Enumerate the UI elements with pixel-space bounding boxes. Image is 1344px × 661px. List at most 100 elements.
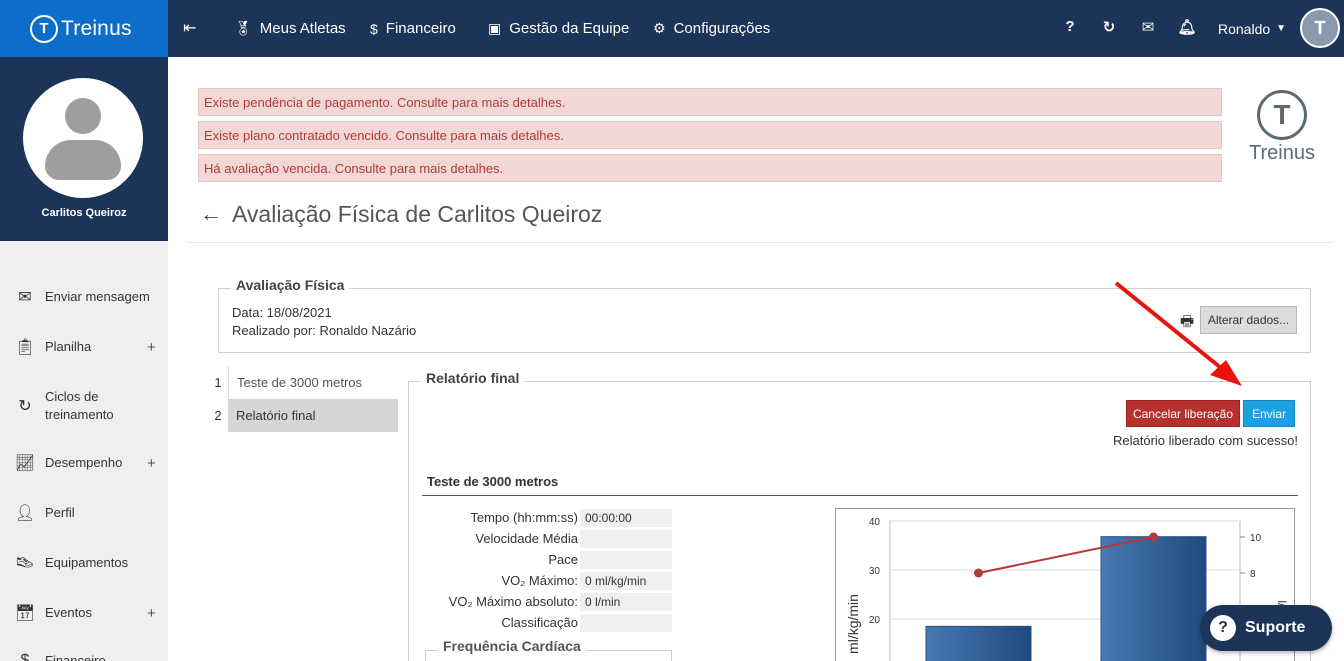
sidebar-item-planilha[interactable]: 📋︎ Planilha + <box>0 337 168 357</box>
series-point <box>1149 532 1158 542</box>
treinus-logo: T Treinus <box>1240 90 1324 170</box>
bar <box>1100 536 1207 661</box>
field-label: VO₂ Máximo absoluto: <box>448 594 578 609</box>
brand-name: Treinus <box>61 16 132 40</box>
alert-plano-vencido[interactable]: Existe plano contratado vencido. Consult… <box>198 121 1222 149</box>
field-label: Velocidade Média <box>475 531 578 546</box>
cancel-release-button[interactable]: Cancelar liberação <box>1126 400 1240 427</box>
step-teste-3000[interactable]: 1 Teste de 3000 metros <box>208 366 398 399</box>
gears-icon: ⚙ <box>653 20 666 36</box>
athlete-avatar <box>23 78 143 198</box>
alter-data-button[interactable]: Alterar dados... <box>1200 306 1297 334</box>
clipboard-icon: 📋︎ <box>14 339 36 356</box>
y-tick-label: 20 <box>869 615 881 626</box>
sidebar-item-eventos[interactable]: 📅︎ Eventos + <box>0 603 168 623</box>
plus-icon[interactable]: + <box>147 339 156 356</box>
field-label: VO₂ Máximo: <box>501 573 578 588</box>
page-header: ← Avaliação Física de Carlitos Queiroz <box>200 196 602 232</box>
avatar-body-shape <box>45 140 121 180</box>
back-arrow-icon[interactable]: ← <box>200 201 222 227</box>
envelope-icon[interactable]: ✉ <box>1138 18 1158 36</box>
nav-configuracoes[interactable]: ⚙ Configurações <box>653 0 770 57</box>
alert-pagamento[interactable]: Existe pendência de pagamento. Consulte … <box>198 88 1222 116</box>
dollar-icon: $ <box>370 20 378 37</box>
heart-rate-legend: Frequência Cardíaca <box>438 638 586 654</box>
athlete-name: Carlitos Queiroz <box>41 207 127 219</box>
plus-icon[interactable]: + <box>147 455 156 472</box>
sidebar-item-label: Ciclos de treinamento <box>45 389 114 422</box>
user-name: Ronaldo <box>1218 20 1271 37</box>
user-menu[interactable]: Ronaldo ▼ <box>1218 0 1286 57</box>
step-label: Relatório final <box>228 399 398 432</box>
step-number: 1 <box>214 375 222 390</box>
sidebar-item-enviar-mensagem[interactable]: ✉ Enviar mensagem <box>0 287 168 307</box>
alert-text: Existe plano contratado vencido. Consult… <box>204 127 564 143</box>
evaluation-legend: Avaliação Física <box>231 277 350 293</box>
page-title: Avaliação Física de Carlitos Queiroz <box>232 200 603 227</box>
user-avatar[interactable]: T <box>1300 8 1340 48</box>
sidebar-item-ciclos[interactable]: ↻ Ciclos de treinamento <box>0 386 168 426</box>
bell-icon[interactable]: 🔔︎ <box>1177 18 1197 36</box>
y-tick-label: 30 <box>869 566 881 577</box>
sidebar-item-financeiro[interactable]: $ Financeiro <box>0 651 168 661</box>
section-title: Teste de 3000 metros <box>427 474 559 489</box>
support-label: Suporte <box>1245 619 1306 636</box>
nav-financeiro[interactable]: $ Financeiro <box>370 0 456 57</box>
sidebar-item-perfil[interactable]: 👤︎ Perfil <box>0 503 168 523</box>
series-point <box>974 568 983 578</box>
nav-label: Configurações <box>673 20 771 37</box>
chart-line-icon: 📈︎ <box>14 455 36 472</box>
user-icon: 👤︎ <box>14 505 36 522</box>
field-label: Classificação <box>501 615 578 630</box>
sidebar-item-equipamentos[interactable]: 👟︎ Equipamentos <box>0 553 168 573</box>
sidebar-item-label: Eventos <box>45 605 92 620</box>
sidebar-item-desempenho[interactable]: 📈︎ Desempenho + <box>0 453 168 473</box>
y-tick-label: 40 <box>869 517 881 528</box>
help-icon[interactable]: ? <box>1060 18 1080 35</box>
treinus-logo-icon: T <box>1257 90 1307 140</box>
envelope-icon: ✉ <box>18 289 32 306</box>
send-button[interactable]: Enviar <box>1243 400 1295 427</box>
sidebar-collapse-icon[interactable]: ⇤ <box>183 18 201 38</box>
sidebar-item-label: Perfil <box>45 505 75 520</box>
support-button[interactable]: ? Suporte <box>1200 605 1332 651</box>
bar <box>925 625 1032 661</box>
sync-icon[interactable]: ↻ <box>1099 18 1119 36</box>
divider <box>186 242 1334 243</box>
evaluation-date: Data: 18/08/2021 <box>232 305 332 320</box>
y-axis-label: ml/kg/min <box>845 594 861 654</box>
evaluation-fieldset <box>218 288 1311 353</box>
y2-tick-label: 8 <box>1250 569 1256 580</box>
alert-text: Há avaliação vencida. Consulte para mais… <box>204 160 504 176</box>
nav-meus-atletas[interactable]: 🏅︎ Meus Atletas <box>234 0 346 57</box>
success-message: Relatório liberado com sucesso! <box>1113 433 1298 448</box>
print-icon[interactable]: 🖶 <box>1180 311 1194 336</box>
sidebar-item-label: Planilha <box>45 339 92 354</box>
field-value-vo2-absoluto: 0 l/min <box>580 593 672 611</box>
sidebar-item-label: Enviar mensagem <box>45 289 150 304</box>
nav-gestao-equipe[interactable]: ▣ Gestão da Equipe <box>488 0 629 57</box>
sidebar-menu: ✉ Enviar mensagem 📋︎ Planilha + ↻ Ciclos… <box>0 241 168 661</box>
avatar-head-shape <box>65 98 101 134</box>
logo-word: Treinus <box>1249 142 1315 164</box>
athlete-profile-panel: Carlitos Queiroz <box>0 57 168 241</box>
sidebar-item-label: Desempenho <box>45 455 123 470</box>
step-relatorio-final[interactable]: 2 Relatório final <box>208 399 398 432</box>
field-value-pace <box>580 551 672 569</box>
evaluation-performed-by: Realizado por: Ronaldo Nazário <box>232 323 417 338</box>
alert-avaliacao-vencida[interactable]: Há avaliação vencida. Consulte para mais… <box>198 154 1222 182</box>
plus-icon[interactable]: + <box>147 605 156 622</box>
question-icon: ? <box>1210 615 1236 641</box>
money-icon: $ <box>20 652 30 661</box>
brand-logo[interactable]: T Treinus <box>0 0 168 57</box>
field-value-tempo: 00:00:00 <box>580 509 672 527</box>
field-value-vo2-max: 0 ml/kg/min <box>580 572 672 590</box>
field-value-classificacao <box>580 614 672 632</box>
y2-tick-label: 10 <box>1250 533 1262 544</box>
sidebar-item-label: Equipamentos <box>45 555 129 570</box>
sidebar-item-label: Financeiro <box>45 653 106 661</box>
id-card-icon: ▣ <box>488 20 502 36</box>
refresh-icon: ↻ <box>18 398 32 415</box>
field-label: Pace <box>548 552 578 567</box>
medal-icon: 🏅︎ <box>234 20 252 36</box>
